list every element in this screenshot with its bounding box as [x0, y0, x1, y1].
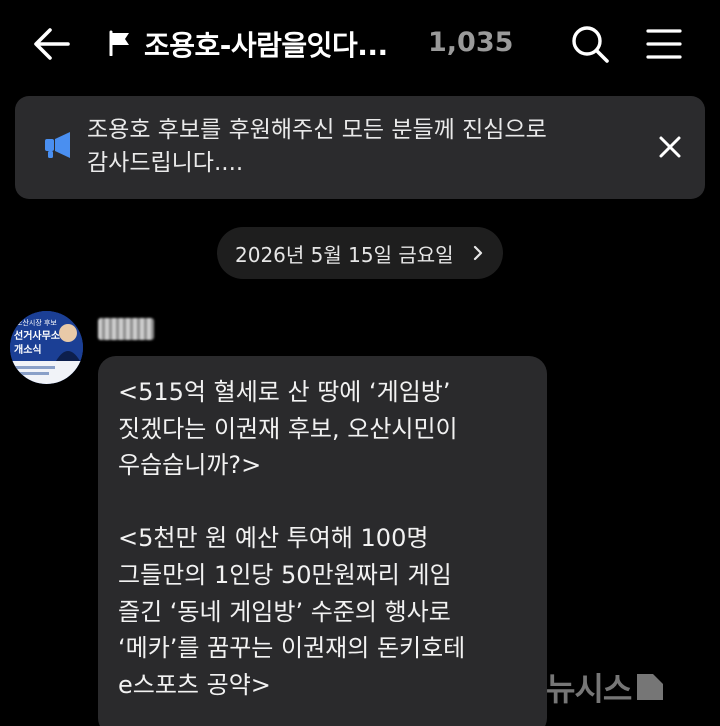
- message-bubble[interactable]: <515억 혈세로 산 땅에 ‘게임방’ 짓겠다는 이권재 후보, 오산시민이 …: [98, 356, 547, 726]
- notice-text: 조용호 후보를 후원해주신 모든 분들께 진심으로 감사드립니다....: [87, 117, 547, 176]
- watermark-text: 뉴시스: [546, 670, 632, 708]
- back-button[interactable]: [30, 22, 74, 66]
- newsis-watermark: 뉴시스: [546, 664, 665, 710]
- sender-name-redacted: [98, 318, 154, 340]
- notice-banner[interactable]: 조용호 후보를 후원해주신 모든 분들께 진심으로 감사드립니다....: [15, 96, 705, 199]
- avatar-caption: 오산시장 후보: [16, 318, 57, 327]
- chat-header: 조용호-사람을잇다... 1,035: [0, 0, 720, 88]
- message-text: <515억 혈세로 산 땅에 ‘게임방’ 짓겠다는 이권재 후보, 오산시민이 …: [118, 378, 466, 699]
- menu-icon: [646, 29, 682, 59]
- member-count: 1,035: [428, 27, 514, 58]
- date-divider[interactable]: 2026년 5월 15일 금요일: [217, 227, 503, 279]
- avatar-caption: 선거사무소: [14, 329, 60, 342]
- avatar-caption: 개소식: [14, 343, 42, 356]
- date-label: 2026년 5월 15일 금요일: [235, 242, 454, 267]
- chevron-right-icon: [473, 245, 483, 261]
- close-icon: [659, 136, 681, 158]
- back-arrow-icon: [34, 28, 70, 60]
- sender-avatar[interactable]: 오산시장 후보 선거사무소 개소식: [10, 311, 83, 384]
- megaphone-icon: [45, 132, 70, 158]
- search-button[interactable]: [568, 22, 612, 66]
- avatar-poster-image: 오산시장 후보 선거사무소 개소식: [10, 311, 83, 384]
- search-icon: [572, 26, 609, 63]
- menu-button[interactable]: [642, 22, 686, 66]
- chat-room-title[interactable]: 조용호-사람을잇다...: [144, 24, 388, 64]
- watermark-logo-icon: [637, 674, 664, 700]
- flag-icon: [109, 30, 129, 56]
- notice-close-button[interactable]: [655, 132, 685, 162]
